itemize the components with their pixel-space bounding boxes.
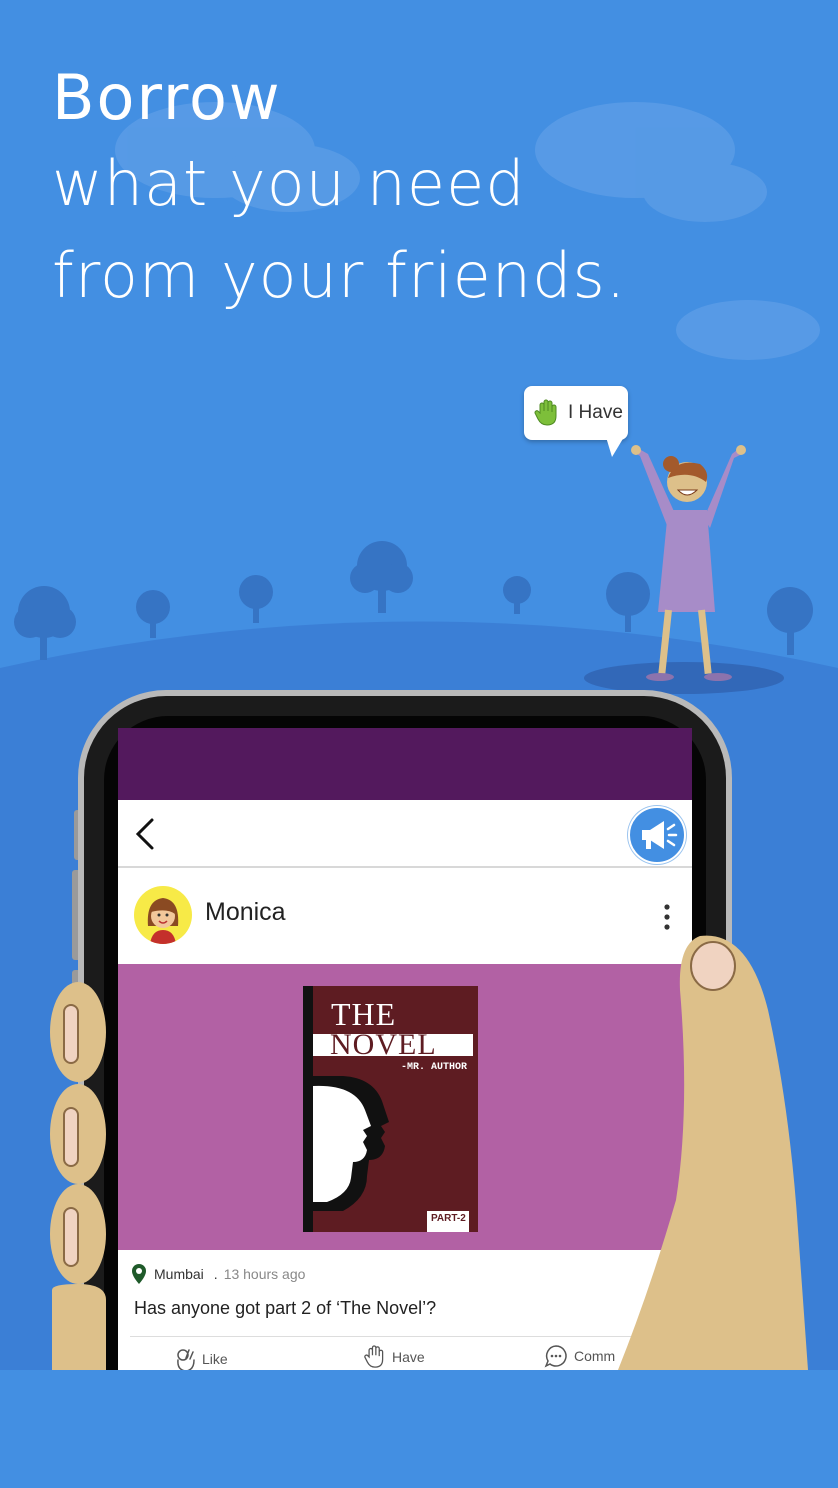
like-label: Like — [202, 1351, 228, 1367]
announce-button[interactable] — [628, 806, 686, 864]
megaphone-icon — [642, 821, 678, 849]
comment-button[interactable]: Comm — [544, 1344, 615, 1368]
like-button[interactable]: Like — [174, 1346, 228, 1370]
post-meta: Mumbai . 13 hours ago — [132, 1264, 305, 1284]
post-header: Monica — [118, 868, 692, 964]
avatar[interactable] — [134, 886, 192, 944]
post-time: 13 hours ago — [223, 1266, 306, 1282]
post-location: Mumbai — [154, 1266, 204, 1282]
headline-line-3: from your friends. — [52, 239, 627, 312]
meta-separator: . — [213, 1266, 218, 1282]
book-author: -MR. AUTHOR — [401, 1062, 468, 1073]
ok-hand-icon — [177, 1349, 195, 1370]
have-button[interactable]: Have — [364, 1344, 425, 1370]
book-spine — [303, 986, 313, 1232]
avatar-illustration — [147, 898, 179, 944]
face-silhouette-art — [313, 1076, 389, 1211]
more-options-icon[interactable] — [660, 902, 674, 932]
headline-line-2: what you need — [52, 147, 526, 220]
book-cover: THE NOVEL -MR. AUTHOR PART-2 — [303, 986, 478, 1232]
app-bar — [118, 800, 692, 868]
username[interactable]: Monica — [205, 898, 286, 927]
post-image[interactable]: THE NOVEL -MR. AUTHOR PART-2 — [118, 964, 692, 1250]
speech-bubble-tail — [606, 437, 624, 457]
book-title-line-2: NOVEL — [330, 1028, 437, 1061]
book-part-label: PART-2 — [431, 1213, 466, 1224]
phone-screen: Monica THE NOVEL -MR. AUTHOR PART-2 Mumb — [118, 728, 692, 1370]
i-have-label: I Have — [568, 402, 623, 423]
post-text: Has anyone got part 2 of ‘The Novel’? — [134, 1298, 437, 1318]
have-label: Have — [392, 1349, 425, 1365]
headline: Borrow what you need from your friends. — [52, 58, 626, 322]
girl-shadow — [584, 662, 784, 694]
comment-icon — [544, 1345, 567, 1368]
status-bar — [118, 728, 692, 800]
back-icon[interactable] — [126, 814, 162, 854]
divider — [130, 1336, 680, 1337]
raised-hand-outline-icon — [364, 1345, 384, 1368]
i-have-speech-bubble: I Have — [524, 386, 628, 440]
post-actions: Like Have Comm — [118, 1342, 692, 1370]
bottom-band — [0, 1370, 838, 1488]
headline-line-1: Borrow — [52, 61, 282, 134]
location-pin-icon — [132, 1264, 146, 1284]
raised-hand-icon — [534, 399, 557, 426]
comment-label: Comm — [574, 1348, 616, 1364]
